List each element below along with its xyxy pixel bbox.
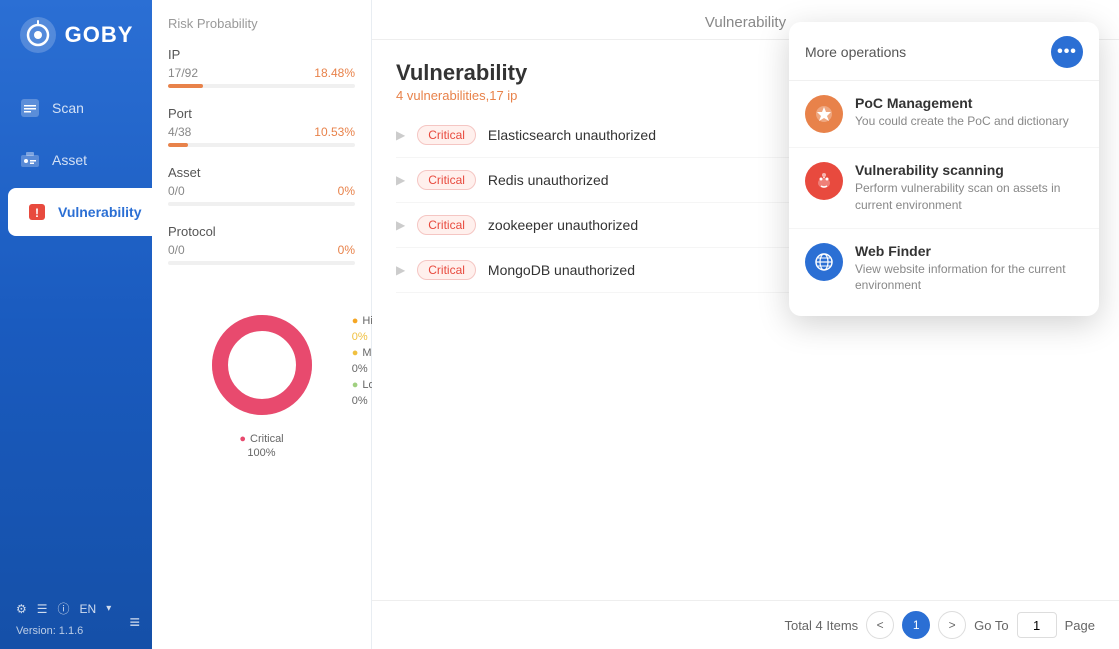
vulnerability-scanning-icon — [805, 162, 843, 200]
risk-item-asset: Asset 0/0 0% — [168, 165, 355, 206]
risk-ip-label: IP — [168, 47, 180, 62]
risk-title: Risk Probability — [168, 16, 355, 31]
lang-chevron-icon: ▾ — [106, 603, 111, 614]
more-operations-dropdown: More operations ••• PoC Management You c… — [789, 22, 1099, 316]
settings-icon[interactable]: ⚙ — [16, 602, 27, 616]
info-icon[interactable]: ⓘ — [58, 600, 70, 617]
risk-port-label: Port — [168, 106, 192, 121]
web-finder-title: Web Finder — [855, 243, 1083, 259]
risk-protocol-percent: 0% — [338, 243, 355, 257]
vulnerability-scanning-item[interactable]: Vulnerability scanning Perform vulnerabi… — [789, 148, 1099, 229]
medium-legend-dot: ● — [352, 347, 359, 359]
row4-severity-badge: Critical — [417, 260, 476, 280]
current-page-button[interactable]: 1 — [902, 611, 930, 639]
dropdown-title: More operations — [805, 44, 906, 60]
poc-management-item[interactable]: PoC Management You could create the PoC … — [789, 81, 1099, 148]
risk-ip-percent: 18.48% — [314, 66, 355, 80]
logo-text: GOBY — [65, 22, 134, 48]
risk-panel: Risk Probability IP 17/92 18.48% Port 4/… — [152, 0, 372, 649]
sidebar-item-asset[interactable]: Asset — [0, 136, 152, 184]
vulnerability-label: Vulnerability — [58, 204, 142, 220]
scan-label: Scan — [52, 100, 84, 116]
poc-management-icon — [805, 95, 843, 133]
dropdown-header: More operations ••• — [789, 36, 1099, 81]
row2-severity-badge: Critical — [417, 170, 476, 190]
poc-management-desc: You could create the PoC and dictionary — [855, 113, 1083, 130]
sidebar-item-scan[interactable]: Scan — [0, 84, 152, 132]
critical-chart-label: ● Critical — [239, 433, 283, 445]
risk-asset-label: Asset — [168, 165, 201, 180]
scan-icon — [18, 96, 42, 120]
ellipsis-icon: ••• — [1057, 43, 1077, 61]
poc-management-title: PoC Management — [855, 95, 1083, 111]
version-text: Version: 1.1.6 — [16, 625, 136, 637]
pagination-bar: Total 4 Items < 1 > Go To 1 Page — [372, 600, 1119, 649]
web-finder-icon — [805, 243, 843, 281]
sidebar-item-vulnerability[interactable]: ! Vulnerability — [8, 188, 152, 236]
donut-chart — [202, 305, 322, 425]
risk-port-percent: 10.53% — [314, 125, 355, 139]
risk-item-port: Port 4/38 10.53% — [168, 106, 355, 147]
risk-port-fraction: 4/38 — [168, 125, 191, 139]
vulnerability-scanning-text: Vulnerability scanning Perform vulnerabi… — [855, 162, 1083, 214]
vulnerability-scanning-desc: Perform vulnerability scan on assets in … — [855, 180, 1083, 214]
high-legend-dot: ● — [352, 315, 359, 327]
page-label: Page — [1065, 618, 1095, 633]
lang-selector[interactable]: EN — [80, 602, 97, 616]
more-ops-button[interactable]: ••• — [1051, 36, 1083, 68]
row1-arrow-icon: ▶ — [396, 128, 405, 142]
asset-label: Asset — [52, 152, 87, 168]
critical-chart-value: 100% — [247, 447, 275, 459]
vulnerability-scanning-title: Vulnerability scanning — [855, 162, 1083, 178]
hamburger-icon[interactable]: ≡ — [129, 612, 140, 633]
risk-asset-fraction: 0/0 — [168, 184, 185, 198]
goto-label: Go To — [974, 618, 1008, 633]
risk-item-ip: IP 17/92 18.48% — [168, 47, 355, 88]
risk-protocol-label: Protocol — [168, 224, 216, 239]
asset-icon — [18, 148, 42, 172]
svg-text:!: ! — [35, 206, 39, 220]
page-goto-input[interactable]: 1 — [1017, 612, 1057, 638]
chart-area: ● High 0% ● Medium 0% — [168, 305, 355, 459]
low-legend-dot: ● — [352, 379, 359, 391]
next-page-button[interactable]: > — [938, 611, 966, 639]
web-finder-text: Web Finder View website information for … — [855, 243, 1083, 295]
medium-legend-value: 0% — [352, 363, 368, 375]
high-legend-value: 0% — [352, 331, 368, 343]
sidebar-nav: Scan Asset — [0, 84, 152, 236]
row3-arrow-icon: ▶ — [396, 218, 405, 232]
row3-severity-badge: Critical — [417, 215, 476, 235]
risk-protocol-fraction: 0/0 — [168, 243, 185, 257]
vulnerability-icon: ! — [26, 200, 48, 224]
sidebar: GOBY Scan — [0, 0, 152, 649]
logo-icon — [19, 16, 57, 54]
web-finder-desc: View website information for the current… — [855, 261, 1083, 295]
total-items-label: Total 4 Items — [784, 618, 858, 633]
risk-ip-fraction: 17/92 — [168, 66, 198, 80]
risk-item-protocol: Protocol 0/0 0% — [168, 224, 355, 265]
bookmark-icon[interactable]: ☰ — [37, 602, 48, 616]
row1-severity-badge: Critical — [417, 125, 476, 145]
row2-arrow-icon: ▶ — [396, 173, 405, 187]
row4-arrow-icon: ▶ — [396, 263, 405, 277]
web-finder-item[interactable]: Web Finder View website information for … — [789, 229, 1099, 309]
low-legend-value: 0% — [352, 395, 368, 407]
logo: GOBY — [7, 16, 146, 54]
risk-asset-percent: 0% — [338, 184, 355, 198]
poc-management-text: PoC Management You could create the PoC … — [855, 95, 1083, 130]
sidebar-icons-row: ⚙ ☰ ⓘ EN ▾ — [16, 600, 136, 617]
prev-page-button[interactable]: < — [866, 611, 894, 639]
